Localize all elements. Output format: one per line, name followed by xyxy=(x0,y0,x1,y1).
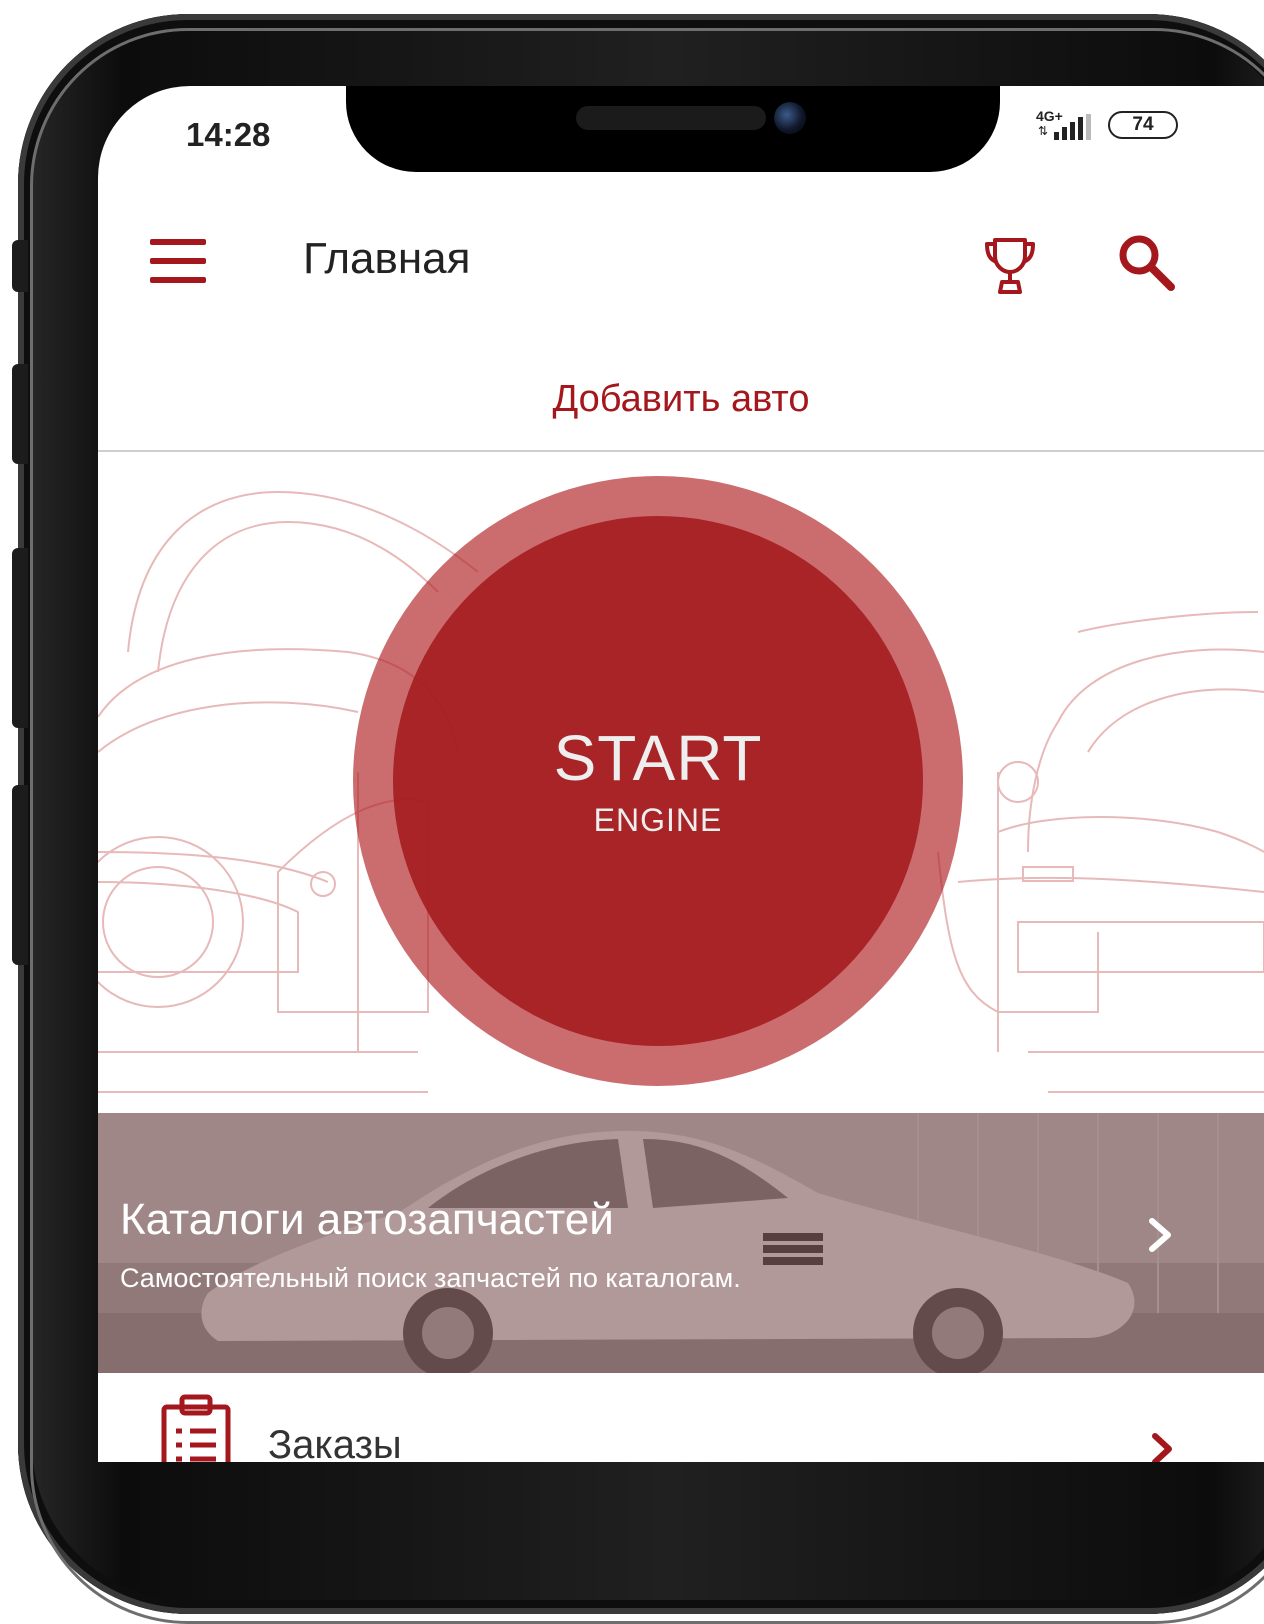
front-camera xyxy=(774,102,806,134)
start-label: START xyxy=(553,722,763,794)
orders-item[interactable]: Заказы xyxy=(98,1373,1264,1462)
page-title: Главная xyxy=(303,234,471,283)
app-bar: Главная xyxy=(98,206,1264,316)
battery-icon: 74 xyxy=(1108,111,1178,139)
search-icon[interactable] xyxy=(1116,232,1176,292)
earpiece-speaker xyxy=(576,106,766,130)
mute-switch xyxy=(12,240,28,292)
catalog-banner[interactable]: Каталоги автозапчастей Самостоятельный п… xyxy=(98,1113,1264,1373)
engine-label: ENGINE xyxy=(593,802,723,838)
status-time: 14:28 xyxy=(186,116,271,153)
battery-level: 74 xyxy=(1132,114,1154,135)
network-type: 4G+ xyxy=(1036,108,1063,124)
start-engine-button[interactable]: START ENGINE xyxy=(353,476,963,1086)
add-car-button[interactable]: Добавить авто xyxy=(98,378,1264,421)
status-indicators: 4G+ ⇅ 74 xyxy=(1036,108,1178,142)
signal-icon: 4G+ ⇅ xyxy=(1036,108,1092,142)
volume-down-button xyxy=(12,548,28,728)
catalog-title: Каталоги автозапчастей xyxy=(120,1195,614,1244)
data-arrows-icon: ⇅ xyxy=(1038,124,1049,138)
side-button xyxy=(12,785,28,965)
orders-label: Заказы xyxy=(268,1423,402,1462)
trophy-icon[interactable] xyxy=(983,234,1037,296)
catalog-subtitle: Самостоятельный поиск запчастей по катал… xyxy=(120,1263,741,1293)
chevron-right-icon xyxy=(1149,1218,1171,1252)
volume-up-button xyxy=(12,364,28,464)
chevron-right-icon xyxy=(1152,1433,1172,1462)
clipboard-list-icon xyxy=(161,1394,231,1462)
notch xyxy=(346,86,1000,172)
phone-screen: 14:28 4G+ ⇅ 74 Главная Добавить авто STA… xyxy=(98,86,1264,1462)
menu-icon[interactable] xyxy=(150,239,206,283)
